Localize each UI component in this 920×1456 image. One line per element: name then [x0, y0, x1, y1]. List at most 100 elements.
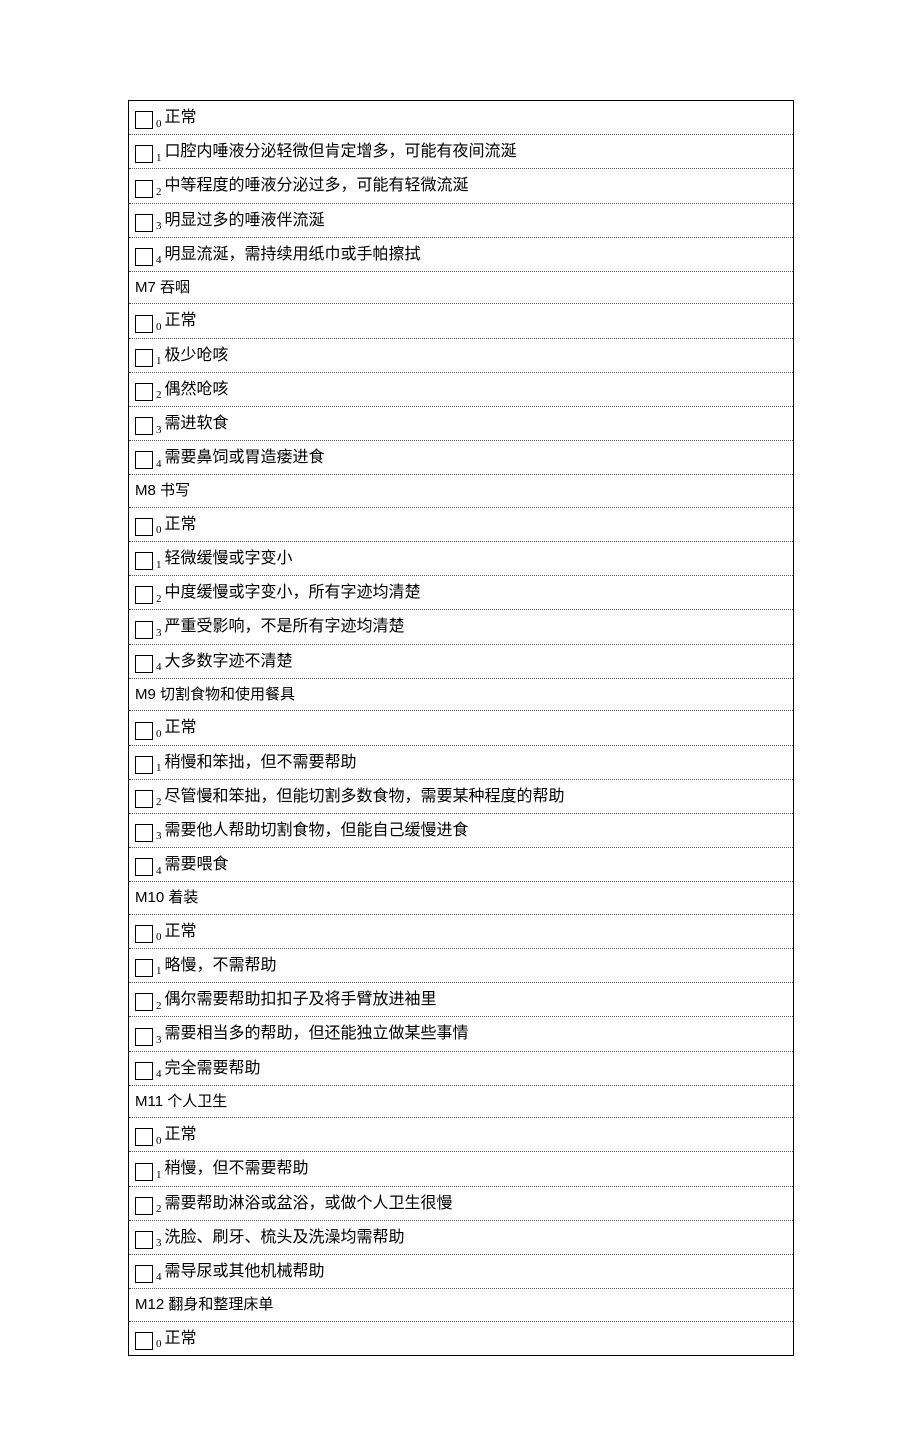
option-row: 4需要鼻饲或胃造瘘进食 — [129, 441, 793, 475]
option-row: 0正常 — [129, 304, 793, 338]
assessment-form: 0正常1口腔内唾液分泌轻微但肯定增多，可能有夜间流涎2中等程度的唾液分泌过多，可… — [128, 100, 794, 1356]
option-row: 4明显流涎，需持续用纸巾或手帕擦拭 — [129, 238, 793, 272]
option-label: 大多数字迹不清楚 — [165, 648, 293, 675]
checkbox[interactable] — [135, 790, 153, 808]
option-index: 3 — [156, 421, 162, 440]
option-label: 需要他人帮助切割食物，但能自己缓慢进食 — [165, 817, 469, 844]
option-index: 0 — [156, 1132, 162, 1151]
option-index: 1 — [156, 352, 162, 371]
option-index: 3 — [156, 1031, 162, 1050]
option-label: 需导尿或其他机械帮助 — [165, 1258, 325, 1285]
option-label: 轻微缓慢或字变小 — [165, 545, 293, 572]
checkbox[interactable] — [135, 518, 153, 536]
option-index: 1 — [156, 1166, 162, 1185]
checkbox[interactable] — [135, 1332, 153, 1350]
checkbox[interactable] — [135, 1163, 153, 1181]
option-index: 4 — [156, 455, 162, 474]
option-row: 3需要相当多的帮助，但还能独立做某些事情 — [129, 1017, 793, 1051]
checkbox[interactable] — [135, 1128, 153, 1146]
option-index: 3 — [156, 1234, 162, 1253]
option-label: 正常 — [165, 714, 197, 741]
option-index: 4 — [156, 658, 162, 677]
option-label: 正常 — [165, 104, 197, 131]
section-header: M11 个人卫生 — [129, 1086, 793, 1119]
checkbox[interactable] — [135, 1265, 153, 1283]
option-row: 4需要喂食 — [129, 848, 793, 882]
option-row: 4需导尿或其他机械帮助 — [129, 1255, 793, 1289]
section-header: M12 翻身和整理床单 — [129, 1289, 793, 1322]
option-label: 正常 — [165, 1121, 197, 1148]
option-label: 需要相当多的帮助，但还能独立做某些事情 — [165, 1020, 469, 1047]
checkbox[interactable] — [135, 315, 153, 333]
option-label: 偶尔需要帮助扣扣子及将手臂放进袖里 — [165, 986, 437, 1013]
option-row: 1轻微缓慢或字变小 — [129, 542, 793, 576]
option-index: 4 — [156, 251, 162, 270]
option-row: 3明显过多的唾液伴流涎 — [129, 204, 793, 238]
option-label: 偶然呛咳 — [165, 376, 229, 403]
checkbox[interactable] — [135, 417, 153, 435]
section-header: M8 书写 — [129, 475, 793, 508]
checkbox[interactable] — [135, 1062, 153, 1080]
option-index: 0 — [156, 318, 162, 337]
checkbox[interactable] — [135, 214, 153, 232]
checkbox[interactable] — [135, 925, 153, 943]
option-index: 4 — [156, 862, 162, 881]
option-label: 洗脸、刷牙、梳头及洗澡均需帮助 — [165, 1224, 405, 1251]
option-label: 正常 — [165, 1325, 197, 1352]
checkbox[interactable] — [135, 858, 153, 876]
option-row: 2尽管慢和笨拙，但能切割多数食物，需要某种程度的帮助 — [129, 780, 793, 814]
option-label: 中等程度的唾液分泌过多，可能有轻微流涎 — [165, 172, 469, 199]
option-index: 0 — [156, 521, 162, 540]
option-index: 2 — [156, 590, 162, 609]
checkbox[interactable] — [135, 111, 153, 129]
option-row: 2需要帮助淋浴或盆浴，或做个人卫生很慢 — [129, 1187, 793, 1221]
option-row: 0正常 — [129, 711, 793, 745]
option-row: 1稍慢和笨拙，但不需要帮助 — [129, 746, 793, 780]
option-label: 需要鼻饲或胃造瘘进食 — [165, 444, 325, 471]
option-row: 3严重受影响，不是所有字迹均清楚 — [129, 610, 793, 644]
option-label: 完全需要帮助 — [165, 1055, 261, 1082]
option-index: 2 — [156, 793, 162, 812]
checkbox[interactable] — [135, 248, 153, 266]
checkbox[interactable] — [135, 722, 153, 740]
option-row: 3需进软食 — [129, 407, 793, 441]
checkbox[interactable] — [135, 1028, 153, 1046]
checkbox[interactable] — [135, 655, 153, 673]
option-index: 2 — [156, 386, 162, 405]
checkbox[interactable] — [135, 756, 153, 774]
checkbox[interactable] — [135, 824, 153, 842]
section-header: M7 吞咽 — [129, 272, 793, 305]
option-row: 2偶尔需要帮助扣扣子及将手臂放进袖里 — [129, 983, 793, 1017]
checkbox[interactable] — [135, 621, 153, 639]
checkbox[interactable] — [135, 586, 153, 604]
checkbox[interactable] — [135, 993, 153, 1011]
option-index: 0 — [156, 1335, 162, 1354]
option-index: 0 — [156, 115, 162, 134]
option-row: 1极少呛咳 — [129, 339, 793, 373]
checkbox[interactable] — [135, 451, 153, 469]
option-label: 尽管慢和笨拙，但能切割多数食物，需要某种程度的帮助 — [165, 783, 565, 810]
option-index: 2 — [156, 1200, 162, 1219]
option-label: 口腔内唾液分泌轻微但肯定增多，可能有夜间流涎 — [165, 138, 517, 165]
option-row: 3需要他人帮助切割食物，但能自己缓慢进食 — [129, 814, 793, 848]
option-label: 稍慢和笨拙，但不需要帮助 — [165, 749, 357, 776]
option-index: 4 — [156, 1268, 162, 1287]
option-label: 需要帮助淋浴或盆浴，或做个人卫生很慢 — [165, 1190, 453, 1217]
checkbox[interactable] — [135, 349, 153, 367]
checkbox[interactable] — [135, 1231, 153, 1249]
option-index: 3 — [156, 624, 162, 643]
option-index: 1 — [156, 759, 162, 778]
option-index: 2 — [156, 997, 162, 1016]
option-index: 0 — [156, 928, 162, 947]
option-index: 4 — [156, 1065, 162, 1084]
option-row: 0正常 — [129, 1322, 793, 1355]
option-label: 极少呛咳 — [165, 342, 229, 369]
checkbox[interactable] — [135, 552, 153, 570]
option-row: 4大多数字迹不清楚 — [129, 645, 793, 679]
checkbox[interactable] — [135, 145, 153, 163]
option-row: 2中等程度的唾液分泌过多，可能有轻微流涎 — [129, 169, 793, 203]
checkbox[interactable] — [135, 959, 153, 977]
checkbox[interactable] — [135, 180, 153, 198]
checkbox[interactable] — [135, 383, 153, 401]
checkbox[interactable] — [135, 1197, 153, 1215]
